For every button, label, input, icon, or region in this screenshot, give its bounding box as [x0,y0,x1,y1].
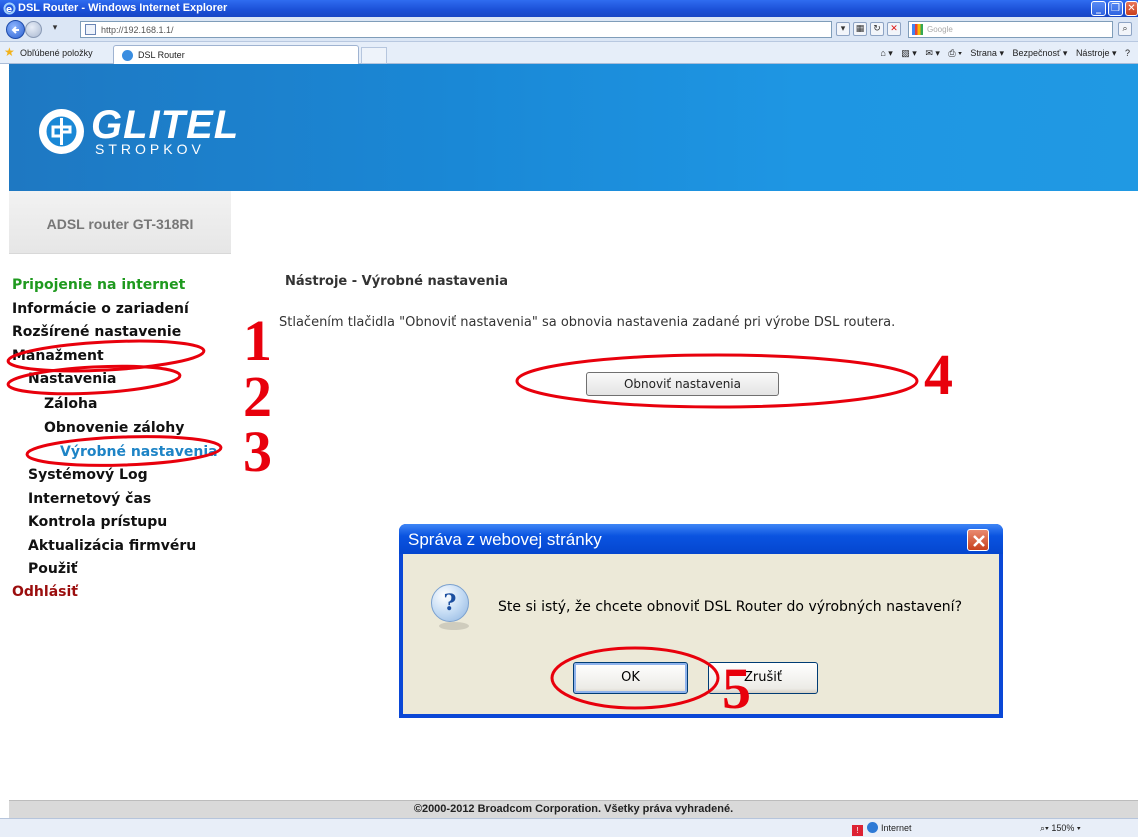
annotation-overlay [6,339,919,710]
annotation-ellipse-4 [515,353,919,409]
annotation-number-3: 3 [243,419,272,484]
annotation-number-2: 2 [243,364,272,429]
annotation-ellipse-1 [6,339,206,373]
annotation-number-1: 1 [243,308,272,373]
annotation-ellipse-5 [550,646,720,710]
annotation-number-5: 5 [722,656,751,721]
annotation-number-4: 4 [924,342,953,407]
annotation-ellipse-3 [25,435,223,467]
